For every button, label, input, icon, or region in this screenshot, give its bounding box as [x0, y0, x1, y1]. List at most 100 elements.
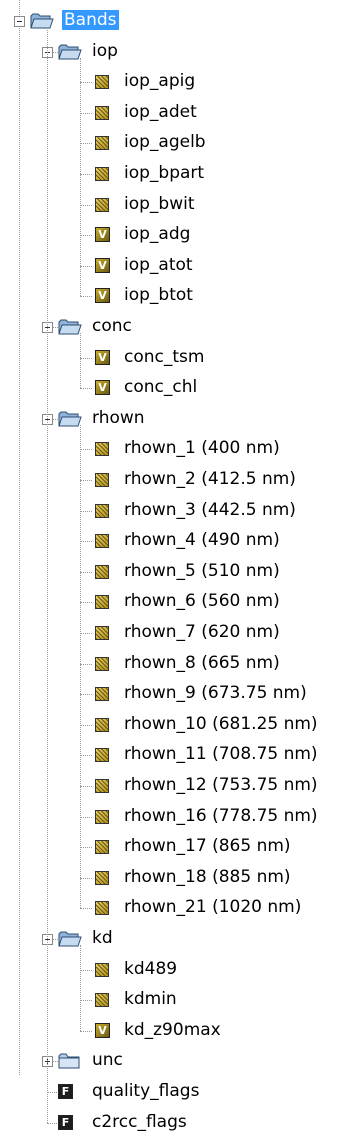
tree-node-label: rhown_7 (620 nm)	[124, 622, 280, 642]
tree-node-label: iop_atot	[124, 254, 193, 275]
raster-band-icon	[95, 442, 109, 457]
tree-leaf-kd489[interactable]: kd489	[0, 955, 361, 985]
tree-leaf-rhown-6[interactable]: rhown_6 (560 nm)	[0, 587, 361, 617]
tree-node-label: rhown_1 (400 nm)	[124, 438, 280, 459]
raster-band-icon	[95, 717, 109, 732]
tree-node-label: conc_chl	[124, 377, 198, 398]
tree-node-label: kd_z90max	[124, 1019, 221, 1040]
tree-connector-horizontal	[80, 755, 92, 757]
tree-leaf-iop-agelb[interactable]: iop_agelb	[0, 128, 361, 158]
tree-node-label: rhown_11 (708.75 nm)	[124, 744, 318, 765]
raster-band-icon	[95, 779, 109, 793]
raster-band-icon	[95, 167, 109, 181]
tree-connector-horizontal	[80, 296, 92, 298]
raster-band-icon	[95, 473, 109, 487]
raster-band-icon	[95, 503, 109, 518]
tree-node-label: rhown_2 (412.5 nm)	[124, 469, 296, 489]
tree-node-label: iop_agelb	[124, 132, 206, 153]
tree-leaf-kd-z90max[interactable]: Vkd_z90max	[0, 1016, 361, 1046]
tree-connector-horizontal	[80, 449, 92, 451]
folder-open-icon	[58, 410, 82, 428]
tree-leaf-iop-apig[interactable]: iop_apig	[0, 67, 361, 97]
expand-toggle-bands[interactable]	[14, 16, 25, 27]
tree-connector-horizontal	[80, 1000, 92, 1002]
tree-connector-horizontal	[80, 847, 92, 849]
tree-leaf-rhown-5[interactable]: rhown_5 (510 nm)	[0, 557, 361, 587]
tree-leaf-iop-bwit[interactable]: iop_bwit	[0, 190, 361, 220]
tree-leaf-rhown-12[interactable]: rhown_12 (753.75 nm)	[0, 771, 361, 801]
raster-band-icon	[95, 595, 109, 610]
tree-node-label: rhown_17 (865 nm)	[124, 836, 291, 857]
tree-connector-vertical	[47, 27, 48, 1123]
tree-node-label: iop_bwit	[124, 193, 195, 214]
tree-connector-horizontal	[80, 602, 92, 604]
tree-leaf-rhown-2[interactable]: rhown_2 (412.5 nm)	[0, 465, 361, 495]
tree-leaf-rhown-17[interactable]: rhown_17 (865 nm)	[0, 832, 361, 862]
tree-leaf-rhown-7[interactable]: rhown_7 (620 nm)	[0, 618, 361, 648]
tree-leaf-rhown-11[interactable]: rhown_11 (708.75 nm)	[0, 740, 361, 770]
raster-band-icon	[95, 75, 109, 90]
tree-leaf-rhown-1[interactable]: rhown_1 (400 nm)	[0, 434, 361, 464]
tree-node-label: rhown_9 (673.75 nm)	[124, 683, 307, 704]
tree-connector-horizontal	[47, 1122, 57, 1124]
tree-node-label: rhown_5 (510 nm)	[124, 560, 280, 581]
tree-leaf-rhown-21[interactable]: rhown_21 (1020 nm)	[0, 893, 361, 923]
raster-band-icon	[95, 656, 109, 671]
tree-connector-vertical	[80, 333, 81, 389]
virtual-band-icon: V	[95, 1022, 110, 1038]
tree-node-label: rhown	[92, 407, 145, 428]
tree-node-label: rhown_16 (778.75 nm)	[124, 805, 318, 826]
tree-node-label: iop_adg	[124, 224, 191, 245]
tree-connector-vertical	[80, 424, 81, 909]
virtual-band-icon: V	[95, 349, 110, 365]
tree-node-label: conc	[92, 316, 132, 336]
tree-connector-horizontal	[80, 724, 92, 726]
tree-connector-horizontal	[80, 388, 92, 390]
tree-connector-horizontal	[80, 204, 92, 206]
tree-connector-vertical	[80, 57, 81, 297]
raster-band-icon	[95, 687, 109, 702]
virtual-band-icon: V	[95, 380, 110, 396]
tree-connector-horizontal	[80, 82, 92, 84]
tree-connector-horizontal	[80, 541, 92, 543]
tree-leaf-iop-adg[interactable]: Viop_adg	[0, 220, 361, 250]
band-tree: Bands iop iop_apig iop_adet iop_agelb iop_bpa…	[0, 0, 361, 1132]
tree-node-label: conc_tsm	[124, 346, 205, 367]
raster-band-icon	[95, 870, 109, 885]
tree-leaf-conc-tsm[interactable]: Vconc_tsm	[0, 343, 361, 373]
raster-band-icon	[95, 197, 109, 212]
tree-node-bands[interactable]: Bands	[0, 6, 361, 36]
tree-connector-horizontal	[80, 235, 92, 237]
tree-leaf-kdmin[interactable]: kdmin	[0, 985, 361, 1015]
tree-leaf-rhown-18[interactable]: rhown_18 (885 nm)	[0, 863, 361, 893]
folder-closed-icon	[58, 1052, 82, 1070]
tree-leaf-iop-bpart[interactable]: iop_bpart	[0, 159, 361, 189]
raster-band-icon	[95, 962, 109, 977]
tree-leaf-iop-btot[interactable]: Viop_btot	[0, 281, 361, 311]
virtual-band-icon: V	[95, 288, 110, 304]
tree-connector-horizontal	[80, 877, 92, 879]
folder-open-icon	[58, 318, 82, 336]
tree-leaf-rhown-9[interactable]: rhown_9 (673.75 nm)	[0, 679, 361, 709]
flag-band-icon: F	[58, 1114, 73, 1130]
tree-connector-horizontal	[80, 1030, 92, 1032]
tree-node-label: rhown_8 (665 nm)	[124, 652, 280, 673]
tree-leaf-rhown-3[interactable]: rhown_3 (442.5 nm)	[0, 496, 361, 526]
tree-leaf-rhown-8[interactable]: rhown_8 (665 nm)	[0, 649, 361, 679]
tree-leaf-conc-chl[interactable]: Vconc_chl	[0, 373, 361, 403]
tree-node-label: quality_flags	[92, 1081, 200, 1101]
tree-leaf-iop-atot[interactable]: Viop_atot	[0, 251, 361, 281]
tree-node-label: Bands	[62, 10, 119, 30]
tree-node-label: kd	[92, 928, 113, 948]
tree-leaf-rhown-10[interactable]: rhown_10 (681.25 nm)	[0, 710, 361, 740]
tree-connector-horizontal	[80, 633, 92, 634]
virtual-band-icon: V	[95, 227, 110, 243]
tree-connector-horizontal	[52, 51, 60, 53]
tree-connector-horizontal	[80, 357, 92, 359]
tree-leaf-iop-adet[interactable]: iop_adet	[0, 98, 361, 128]
tree-leaf-rhown-16[interactable]: rhown_16 (778.75 nm)	[0, 802, 361, 832]
tree-leaf-rhown-4[interactable]: rhown_4 (490 nm)	[0, 526, 361, 556]
tree-node-label: rhown_6 (560 nm)	[124, 591, 280, 612]
tree-connector-horizontal	[80, 480, 92, 481]
raster-band-icon	[95, 626, 109, 640]
